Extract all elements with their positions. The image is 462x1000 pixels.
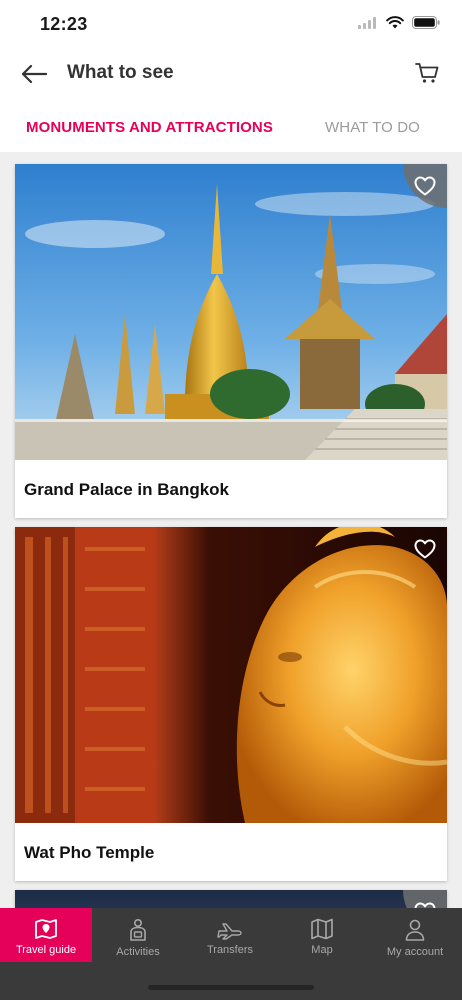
status-time: 12:23 xyxy=(40,14,88,34)
wifi-icon xyxy=(386,16,404,29)
favorite-button[interactable] xyxy=(403,527,447,571)
category-tabs: MONUMENTS AND ATTRACTIONS WHAT TO DO xyxy=(0,108,462,152)
tab-activities[interactable]: Activities xyxy=(92,908,184,962)
tab-label: Travel guide xyxy=(15,944,77,956)
attraction-card[interactable]: Grand Palace in Bangkok xyxy=(15,164,447,518)
card-title: Grand Palace in Bangkok xyxy=(24,480,230,499)
tab-my-account[interactable]: My account xyxy=(368,908,462,962)
map-book-icon xyxy=(35,919,57,939)
attractions-list[interactable]: Grand Palace in Bangkok Wat Pho Temple xyxy=(0,152,462,908)
cart-icon xyxy=(415,63,439,83)
battery-icon xyxy=(412,16,440,29)
tab-label: Activities xyxy=(116,946,160,958)
attraction-card[interactable] xyxy=(15,890,447,908)
attraction-image-partial xyxy=(15,890,447,908)
tab-map[interactable]: Map xyxy=(276,908,368,962)
back-arrow-icon xyxy=(21,64,47,84)
signal-icon xyxy=(358,16,376,29)
tab-label: Map xyxy=(311,944,333,956)
plane-icon xyxy=(217,923,242,940)
heart-icon xyxy=(414,539,436,559)
grand-palace-image xyxy=(15,164,447,460)
tab-what-to-do[interactable]: WHAT TO DO xyxy=(325,108,420,148)
tab-label: My account xyxy=(386,946,444,958)
tab-travel-guide[interactable]: Travel guide xyxy=(0,908,92,962)
favorite-button[interactable] xyxy=(403,164,447,208)
cart-button[interactable] xyxy=(412,58,442,88)
back-button[interactable] xyxy=(18,58,50,90)
tab-label: Transfers xyxy=(206,944,254,956)
attraction-card[interactable]: Wat Pho Temple xyxy=(15,527,447,881)
favorite-button[interactable] xyxy=(403,890,447,908)
status-bar: 12:23 xyxy=(0,0,462,50)
person-icon xyxy=(405,919,425,941)
map-icon xyxy=(311,918,333,940)
home-indicator[interactable] xyxy=(148,985,314,990)
status-icons xyxy=(358,16,440,29)
tab-transfers[interactable]: Transfers xyxy=(184,908,276,962)
heart-icon xyxy=(414,176,436,196)
tab-monuments-and-attractions[interactable]: MONUMENTS AND ATTRACTIONS xyxy=(26,108,273,148)
nav-bar: What to see xyxy=(0,50,462,98)
card-title: Wat Pho Temple xyxy=(24,843,155,862)
activities-icon xyxy=(130,918,146,941)
page-title: What to see xyxy=(67,62,174,83)
wat-pho-image xyxy=(15,527,447,823)
